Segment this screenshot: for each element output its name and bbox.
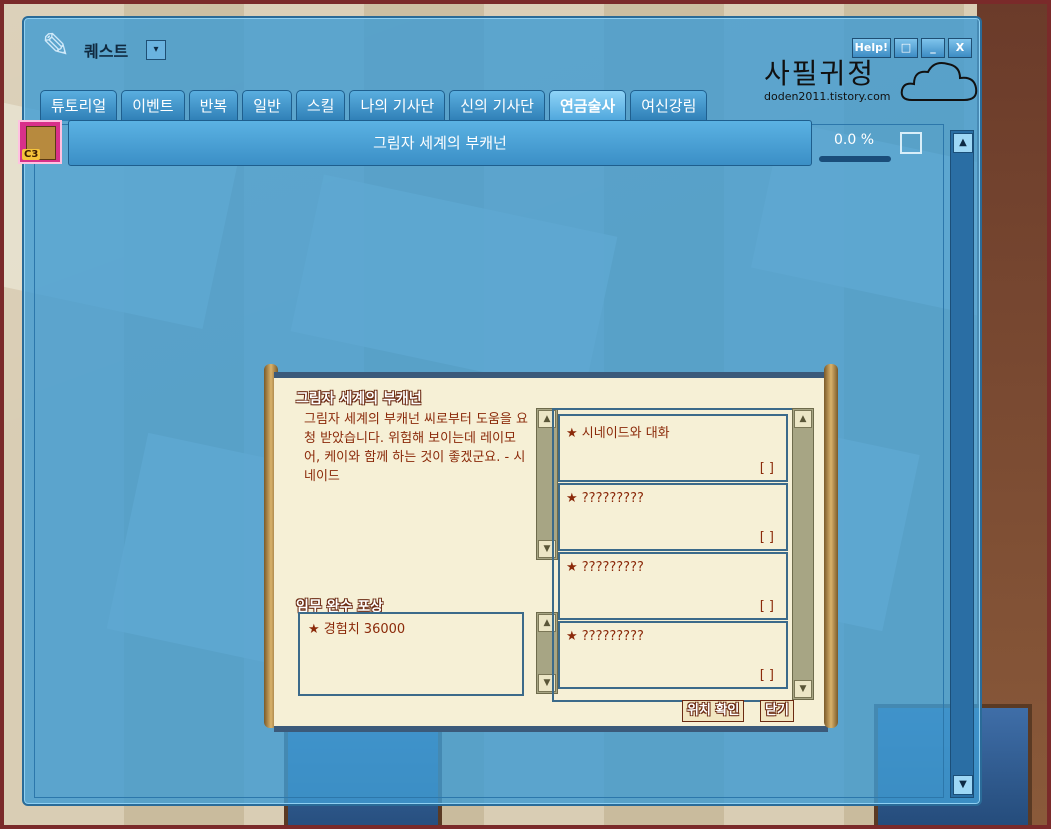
reward-box: ★ 경험치 36000	[298, 612, 524, 696]
tab-alchemist[interactable]: 연금술사	[549, 90, 627, 121]
tab-event[interactable]: 이벤트	[121, 90, 185, 121]
scroll-up-icon[interactable]: ▲	[953, 133, 973, 153]
scroll-icon: ✎	[41, 26, 71, 66]
watermark-url: doden2011.tistory.com	[764, 90, 891, 103]
tab-tutorial[interactable]: 튜토리얼	[40, 90, 118, 121]
quest-level-badge: C3	[22, 149, 41, 160]
watermark-title: 사필귀정	[764, 57, 876, 90]
objective-status: [ ]	[759, 530, 774, 545]
tab-repeat[interactable]: 반복	[188, 90, 239, 121]
objective-item: ★ ????????? [ ]	[558, 483, 788, 551]
objectives-scrollbar[interactable]: ▲ ▼	[792, 408, 814, 700]
reward-text: ★ 경험치 36000	[308, 622, 406, 637]
tab-my-knights[interactable]: 나의 기사단	[349, 90, 446, 121]
quest-tabs: 튜토리얼 이벤트 반복 일반 스킬 나의 기사단 신의 기사단 연금술사 여신강…	[40, 90, 708, 121]
tab-general[interactable]: 일반	[242, 90, 292, 121]
tab-god-knights[interactable]: 신의 기사단	[449, 90, 545, 121]
watermark: 사필귀정 doden2011.tistory.com	[764, 52, 891, 103]
scroll-down-icon[interactable]: ▼	[953, 775, 973, 795]
close-dialog-button[interactable]: 닫기	[760, 700, 794, 722]
quest-progress-bar	[819, 156, 891, 162]
objective-text: ★ ?????????	[566, 560, 644, 575]
objective-status: [ ]	[759, 599, 774, 614]
quest-name[interactable]: 그림자 세계의 부캐넌	[68, 120, 812, 166]
restore-button[interactable]: □	[894, 38, 918, 58]
scroll-paper: 그림자 세계의 부캐넌 그림자 세계의 부캐넌 씨로부터 도움을 요청 받았습니…	[274, 372, 828, 732]
objective-status: [ ]	[759, 461, 774, 476]
close-button[interactable]: X	[948, 38, 972, 58]
objectives-panel: ★ 시네이드와 대화 [ ] ★ ????????? [ ] ★ ???????…	[552, 408, 794, 702]
objective-item: ★ ????????? [ ]	[558, 621, 788, 689]
scroll-rod-right	[824, 364, 838, 728]
dialog-description: 그림자 세계의 부캐넌 씨로부터 도움을 요청 받았습니다. 위험해 보이는데 …	[304, 412, 528, 484]
scroll-down-icon[interactable]: ▼	[794, 680, 812, 698]
locate-button[interactable]: 위치 확인	[682, 700, 745, 722]
dialog-title: 그림자 세계의 부캐넌	[296, 391, 422, 407]
window-title: 퀘스트	[84, 42, 129, 61]
objective-text: ★ 시네이드와 대화	[566, 426, 670, 441]
quest-row[interactable]: C3 그림자 세계의 부캐넌 0.0 %	[18, 120, 922, 170]
chevron-down-icon[interactable]: ▾	[146, 40, 166, 60]
scroll-up-icon[interactable]: ▲	[794, 410, 812, 428]
cloud-icon	[900, 62, 978, 101]
objective-item: ★ 시네이드와 대화 [ ]	[558, 414, 788, 482]
alchemy-book-icon: C3	[18, 120, 62, 164]
minimize-button[interactable]: _	[921, 38, 945, 58]
objective-text: ★ ?????????	[566, 491, 644, 506]
quest-detail-dialog: 그림자 세계의 부캐넌 그림자 세계의 부캐넌 씨로부터 도움을 요청 받았습니…	[264, 364, 838, 732]
objective-text: ★ ?????????	[566, 629, 644, 644]
quest-checkbox[interactable]	[900, 132, 922, 154]
tab-goddess[interactable]: 여신강림	[630, 90, 708, 121]
objective-status: [ ]	[759, 668, 774, 683]
quest-progress-text: 0.0 %	[834, 132, 875, 148]
tab-skill[interactable]: 스킬	[295, 90, 346, 121]
quest-list-scrollbar[interactable]: ▲ ▼	[950, 130, 974, 798]
objective-item: ★ ????????? [ ]	[558, 552, 788, 620]
